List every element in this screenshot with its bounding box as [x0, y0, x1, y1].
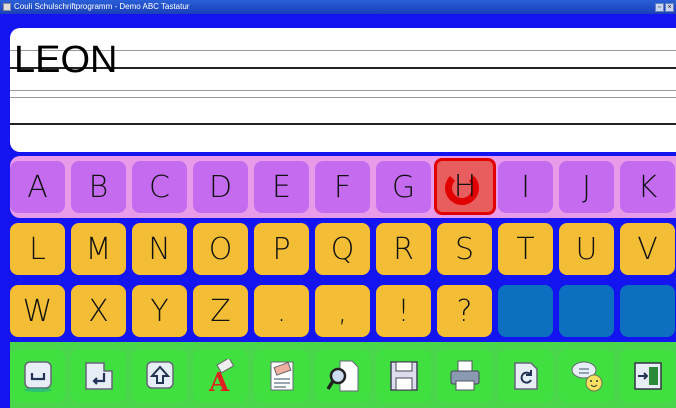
key-a[interactable]: A: [10, 161, 65, 213]
keyboard-row-3: W X Y Z . , ! ?: [10, 280, 676, 342]
guide-line: [10, 97, 676, 98]
undo-button[interactable]: [498, 350, 553, 402]
key-v[interactable]: V: [620, 223, 675, 275]
close-button[interactable]: ×: [665, 2, 674, 12]
base-line: [10, 123, 676, 125]
restore-button[interactable]: ▫: [655, 2, 664, 12]
key-empty: [559, 285, 614, 337]
guide-line: [10, 90, 676, 91]
key-q[interactable]: Q: [315, 223, 370, 275]
key-question[interactable]: ?: [437, 285, 492, 337]
keyboard-row-1: A B C D E F G H I J K: [10, 156, 676, 218]
space-icon: [23, 361, 52, 392]
speak-icon: [571, 361, 602, 392]
writing-area[interactable]: LEON: [10, 28, 676, 152]
key-b[interactable]: B: [71, 161, 126, 213]
space-button[interactable]: [10, 350, 65, 402]
written-text: LEON: [14, 39, 118, 81]
function-row: A: [10, 342, 676, 408]
erase-letter-icon: A: [208, 359, 234, 393]
undo-icon: [513, 362, 538, 390]
key-g[interactable]: G: [376, 161, 431, 213]
key-t[interactable]: T: [498, 223, 553, 275]
key-x[interactable]: X: [71, 285, 126, 337]
print-icon: [450, 360, 479, 391]
key-y[interactable]: Y: [132, 285, 187, 337]
key-exclamation[interactable]: !: [376, 285, 431, 337]
key-e[interactable]: E: [254, 161, 309, 213]
key-p[interactable]: P: [254, 223, 309, 275]
key-h[interactable]: H: [434, 158, 496, 215]
print-button[interactable]: [437, 350, 492, 402]
keyboard-row-2: L M N O P Q R S T U V: [10, 218, 676, 280]
abc-keyboard: A B C D E F G H I J K L M N O P Q R S T …: [10, 156, 676, 408]
exit-button[interactable]: [620, 350, 675, 402]
search-document-icon: [326, 360, 358, 392]
key-c[interactable]: C: [132, 161, 187, 213]
key-z[interactable]: Z: [193, 285, 248, 337]
key-period[interactable]: .: [254, 285, 309, 337]
key-r[interactable]: R: [376, 223, 431, 275]
exit-icon: [633, 362, 662, 390]
window-controls: ▫ ×: [655, 2, 674, 12]
app-icon: [3, 3, 11, 11]
key-i[interactable]: I: [498, 161, 553, 213]
key-d[interactable]: D: [193, 161, 248, 213]
shift-button[interactable]: [132, 350, 187, 402]
key-o[interactable]: O: [193, 223, 248, 275]
key-empty: [498, 285, 553, 337]
enter-icon: [84, 362, 113, 390]
key-empty: [620, 285, 675, 337]
save-button[interactable]: [376, 350, 431, 402]
clear-text-button[interactable]: [254, 350, 309, 402]
key-w[interactable]: W: [10, 285, 65, 337]
key-u[interactable]: U: [559, 223, 614, 275]
title-bar: Couli Schulschriftprogramm - Demo ABC Ta…: [0, 0, 676, 14]
key-n[interactable]: N: [132, 223, 187, 275]
svg-text:A: A: [208, 368, 230, 393]
key-k[interactable]: K: [620, 161, 675, 213]
save-icon: [389, 361, 418, 391]
key-m[interactable]: M: [71, 223, 126, 275]
speak-button[interactable]: [559, 350, 614, 402]
key-l[interactable]: L: [10, 223, 65, 275]
key-f[interactable]: F: [315, 161, 370, 213]
key-comma[interactable]: ,: [315, 285, 370, 337]
clear-text-icon: [270, 361, 293, 391]
enter-button[interactable]: [71, 350, 126, 402]
search-document-button[interactable]: [315, 350, 370, 402]
key-s[interactable]: S: [437, 223, 492, 275]
key-j[interactable]: J: [559, 161, 614, 213]
erase-letter-button[interactable]: A: [193, 350, 248, 402]
window-title: Couli Schulschriftprogramm - Demo ABC Ta…: [14, 2, 190, 11]
shift-icon: [145, 361, 174, 389]
